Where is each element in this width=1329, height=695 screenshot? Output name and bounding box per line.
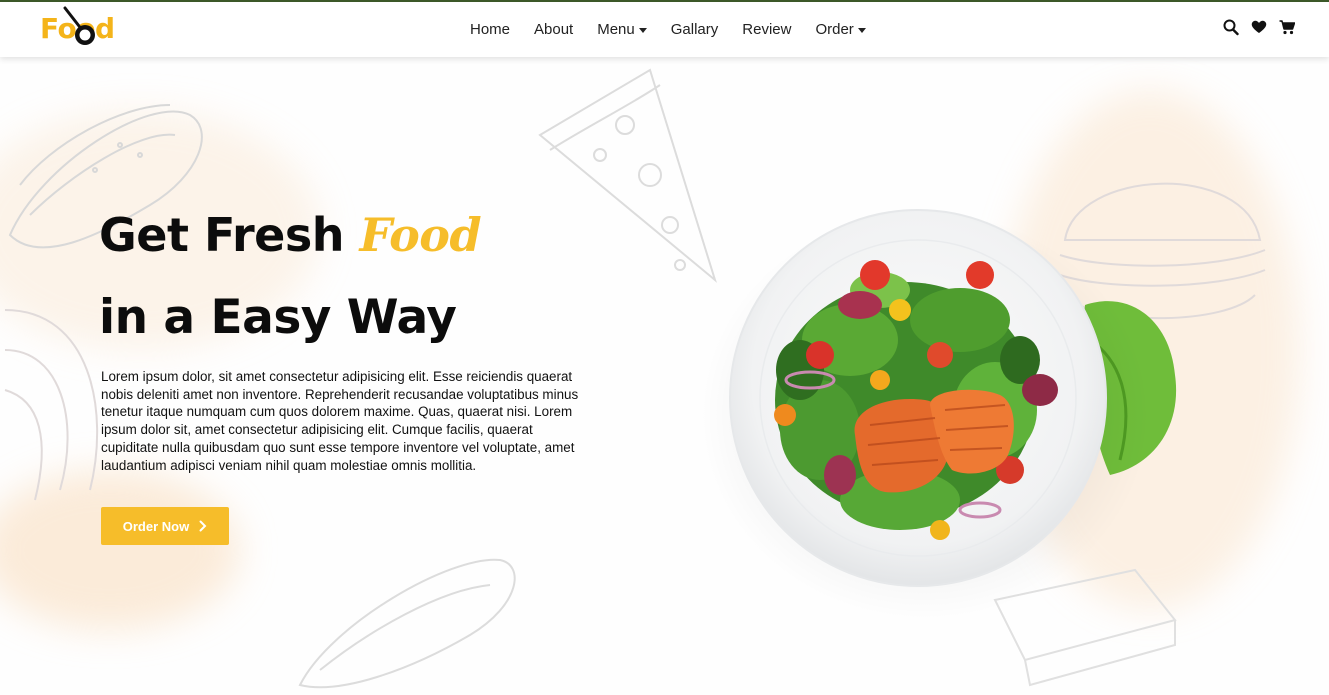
nav-gallary[interactable]: Gallary bbox=[671, 21, 719, 38]
salmon-salad-plate bbox=[700, 209, 1177, 620]
caret-down-icon bbox=[638, 27, 647, 33]
caret-down-icon bbox=[857, 27, 866, 33]
nav-review-label: Review bbox=[742, 21, 792, 38]
nav-order-label: Order bbox=[815, 21, 854, 38]
nav-about[interactable]: About bbox=[534, 21, 573, 38]
header-icons bbox=[1223, 18, 1295, 36]
nav-gallary-label: Gallary bbox=[670, 21, 719, 38]
nav-menu[interactable]: Menu bbox=[597, 21, 647, 38]
nav-home-label: Home bbox=[470, 21, 511, 38]
hotdog-sketch-icon bbox=[298, 558, 516, 689]
order-now-button[interactable]: Order Now bbox=[101, 507, 229, 545]
site-logo[interactable]: Food bbox=[40, 6, 124, 52]
main-nav: Home About Menu Gallary Review Order bbox=[470, 2, 890, 57]
nav-menu-label: Menu bbox=[597, 21, 635, 38]
search-icon[interactable] bbox=[1223, 18, 1239, 36]
nav-order[interactable]: Order bbox=[815, 21, 866, 38]
nav-home[interactable]: Home bbox=[470, 21, 510, 38]
frying-pan-icon bbox=[63, 6, 95, 45]
site-header: Food Home About Menu Gallary Review Orde… bbox=[0, 2, 1329, 57]
hero-title-accent: Food bbox=[359, 208, 482, 262]
cart-icon[interactable] bbox=[1279, 18, 1295, 36]
nav-about-label: About bbox=[534, 21, 574, 38]
chevron-right-icon bbox=[199, 520, 207, 532]
heart-icon[interactable] bbox=[1251, 18, 1267, 36]
order-now-label: Order Now bbox=[122, 518, 190, 534]
nav-review[interactable]: Review bbox=[742, 21, 791, 38]
hero-description: Lorem ipsum dolor, sit amet consectetur … bbox=[101, 369, 579, 473]
hero-title: Get Fresh Food bbox=[99, 212, 482, 258]
hero-food-image bbox=[690, 200, 1190, 630]
hero-title-line2: in a Easy Way bbox=[99, 290, 457, 345]
hero-title-prefix: Get Fresh bbox=[99, 208, 344, 262]
